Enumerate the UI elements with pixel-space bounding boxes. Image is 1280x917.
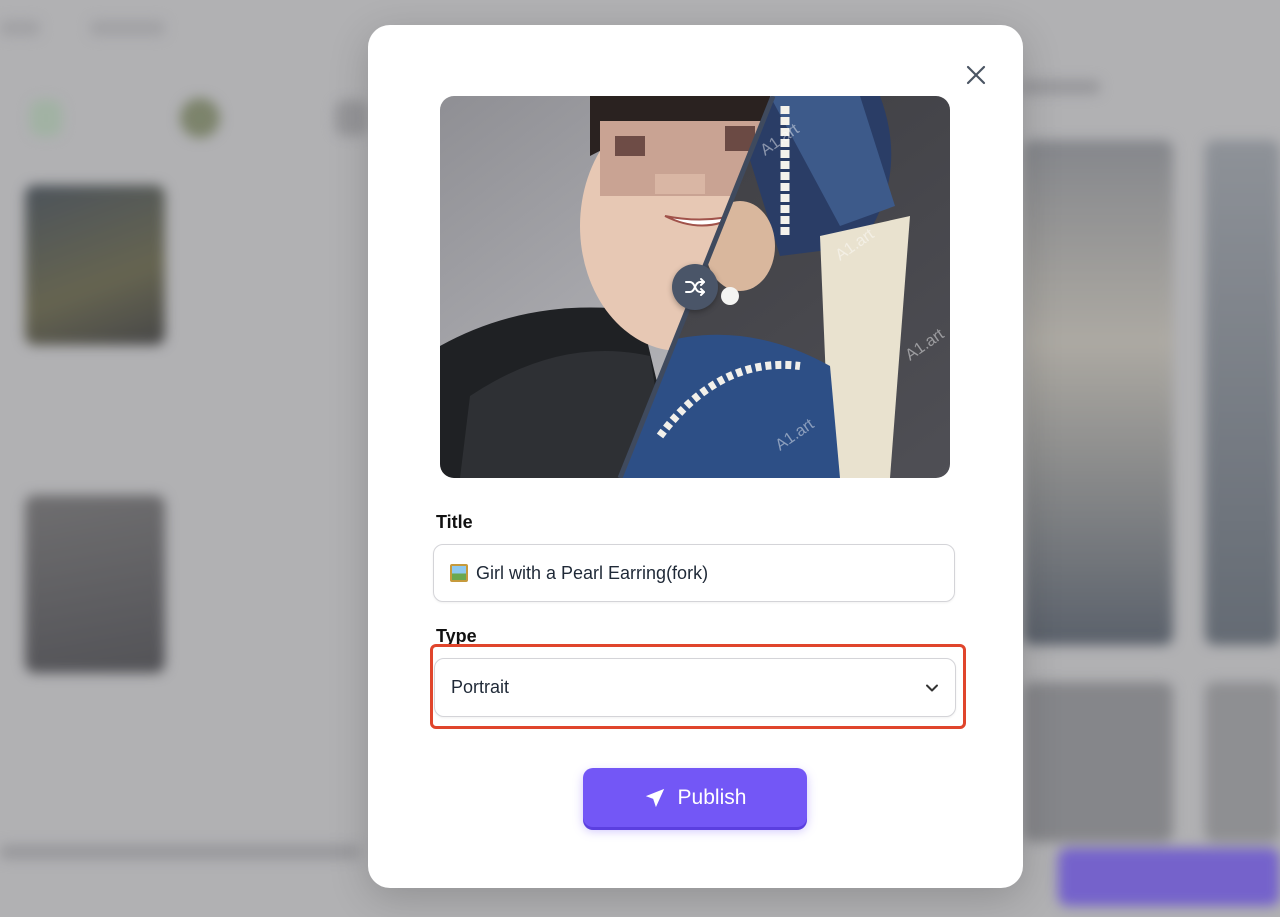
chevron-down-icon [926, 684, 938, 691]
type-select[interactable]: Portrait [434, 658, 956, 717]
swap-compare-button[interactable] [672, 264, 718, 310]
close-icon [966, 65, 986, 85]
type-select-value: Portrait [451, 677, 510, 697]
title-input[interactable]: Girl with a Pearl Earring(fork) [433, 544, 955, 602]
close-button[interactable] [962, 61, 990, 89]
framed-picture-icon [450, 564, 468, 582]
publish-dialog: A1.art A1.art A1.art A1.art Title Girl w… [368, 25, 1023, 888]
send-icon [645, 788, 664, 807]
title-input-value: Girl with a Pearl Earring(fork) [476, 562, 709, 583]
shuffle-icon [685, 278, 705, 296]
title-label: Title [436, 512, 473, 532]
publish-button[interactable]: Publish [583, 768, 807, 827]
publish-button-label: Publish [677, 785, 747, 809]
comparison-preview-image: A1.art A1.art A1.art A1.art [440, 96, 950, 478]
